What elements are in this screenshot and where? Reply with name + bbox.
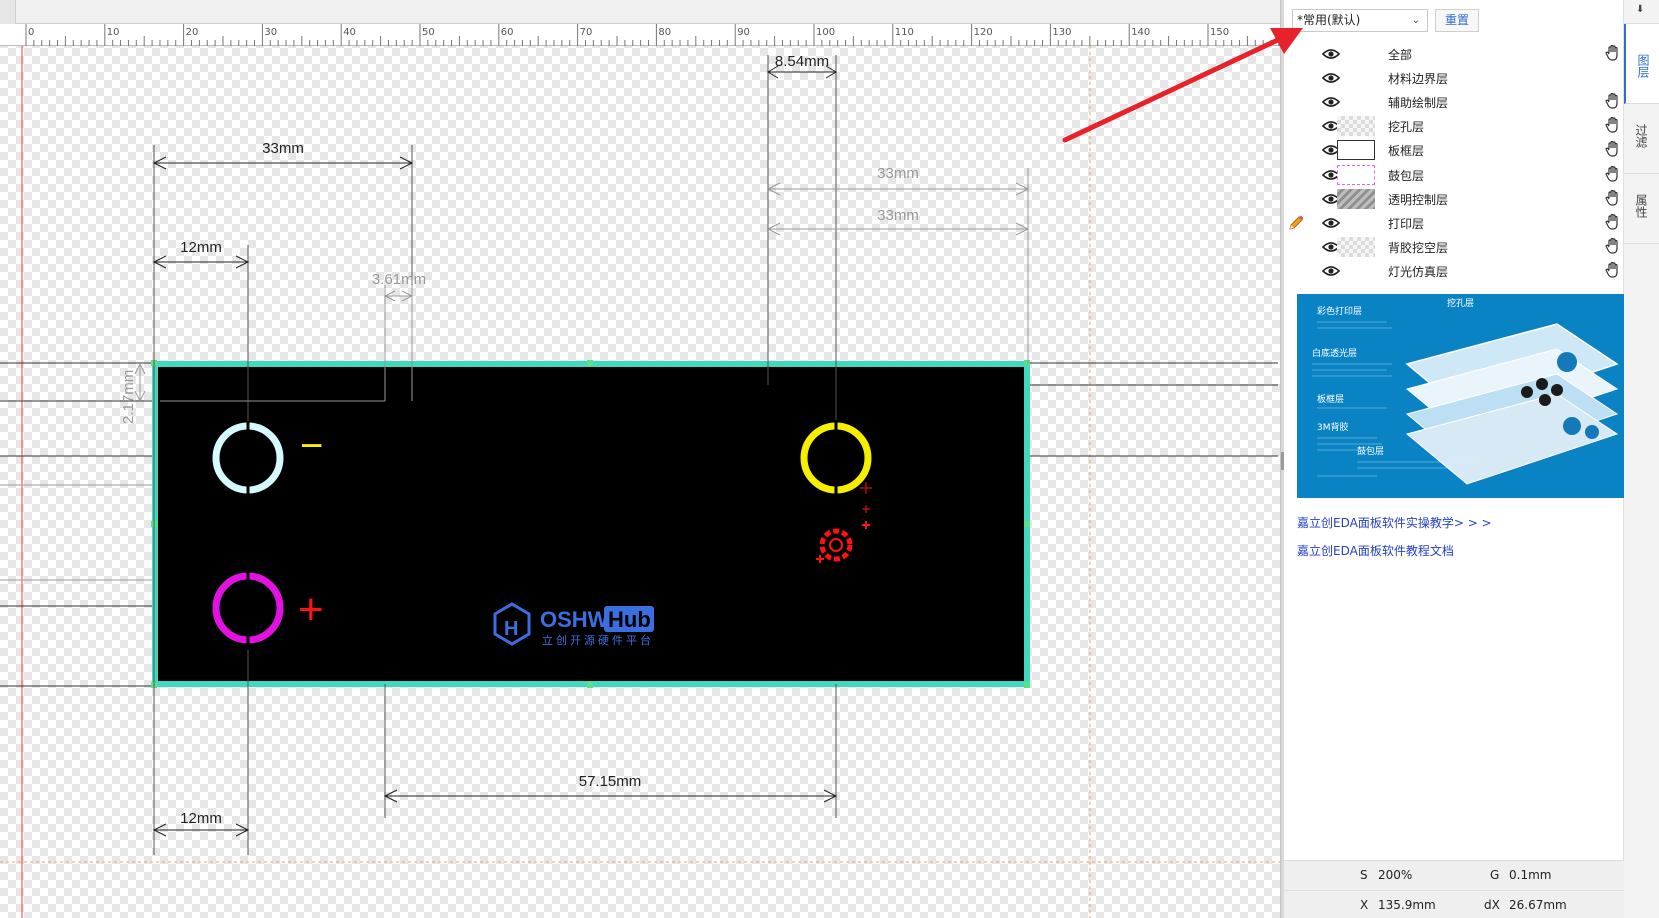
- pencil-icon: [1287, 214, 1305, 232]
- minus-symbol[interactable]: −: [300, 424, 323, 468]
- status-scale-value: 200%: [1378, 868, 1413, 882]
- layer-row[interactable]: 挖孔层: [1284, 114, 1624, 138]
- dimension-top-left-width[interactable]: [152, 156, 414, 170]
- layer-name: 辅助绘制层: [1388, 96, 1449, 111]
- layer-row[interactable]: 透明控制层: [1284, 187, 1624, 211]
- status-row: S 200% G 0.1mm: [1284, 861, 1624, 890]
- layer-row[interactable]: 辅助绘制层: [1284, 90, 1624, 114]
- layer-name: 灯光仿真层: [1388, 264, 1449, 279]
- tab-filter[interactable]: 过滤: [1624, 104, 1659, 174]
- tab-label: 属性: [1634, 194, 1648, 218]
- layer-name: 挖孔层: [1388, 120, 1425, 135]
- hand-icon[interactable]: [1604, 140, 1622, 158]
- eye-icon[interactable]: [1321, 72, 1341, 84]
- layer-name: 板框层: [1388, 144, 1425, 159]
- layer-row[interactable]: 板框层: [1284, 138, 1624, 162]
- diagram-label: 挖孔层: [1447, 297, 1474, 309]
- dimension-label: 12mm: [180, 239, 222, 256]
- layer-name: 材料边界层: [1388, 72, 1449, 87]
- hand-icon[interactable]: [1604, 189, 1622, 207]
- layer-swatch: [1337, 116, 1375, 137]
- status-x-value: 135.9mm: [1378, 898, 1436, 912]
- status-dx-value: 26.67mm: [1509, 898, 1567, 912]
- dimension-label: 3.61mm: [372, 271, 426, 288]
- hand-icon[interactable]: [1604, 44, 1622, 62]
- svg-text:H: H: [504, 618, 518, 640]
- chevron-down-icon: ⌄: [1411, 15, 1420, 26]
- eye-icon[interactable]: [1321, 96, 1341, 108]
- tutorial-video-link[interactable]: 嘉立创EDA面板软件实操教学> > >: [1297, 514, 1492, 531]
- dimension-bottom-span[interactable]: [383, 789, 838, 803]
- layer-row[interactable]: 鼓包层: [1284, 163, 1624, 187]
- hand-icon[interactable]: [1604, 116, 1622, 134]
- status-row: X 135.9mm dX 26.67mm: [1284, 890, 1624, 918]
- diagram-label: 彩色打印层: [1317, 305, 1362, 317]
- hand-icon[interactable]: [1604, 92, 1622, 110]
- preset-select-value: *常用(默认): [1297, 13, 1361, 27]
- reset-button[interactable]: 重置: [1435, 9, 1479, 32]
- diagram-label: 板框层: [1317, 393, 1344, 405]
- hand-icon[interactable]: [1604, 213, 1622, 231]
- layer-structure-diagram[interactable]: 彩色打印层 挖孔层 白底透光层 板框层 3M背胶 鼓包层: [1297, 294, 1625, 498]
- layer-toolbar: *常用(默认) ⌄ 重置: [1284, 0, 1624, 40]
- tutorial-docs-link[interactable]: 嘉立创EDA面板软件教程文档: [1297, 542, 1454, 559]
- layer-name: 打印层: [1388, 216, 1425, 231]
- layer-swatch: [1337, 140, 1375, 161]
- dimension-right-width-2[interactable]: [766, 222, 1030, 236]
- diagram-label: 白底透光层: [1312, 347, 1357, 359]
- logo-name-prefix: OSHW: [540, 607, 609, 632]
- status-bar: S 200% G 0.1mm X 135.9mm dX 26.67mm: [1284, 860, 1624, 918]
- tab-label: 图层: [1636, 54, 1650, 78]
- eye-icon[interactable]: [1321, 48, 1341, 60]
- right-panel: *常用(默认) ⌄ 重置 全部 材料边界层 辅助绘制层 挖孔层 板框层 鼓包层 透明控制层打…: [1284, 0, 1659, 918]
- logo-tagline: 立创开源硬件平台: [542, 633, 654, 647]
- design-canvas[interactable]: 0 10 20 30 40 50 60 70 80 90 100 110 120 130 140 150: [0, 0, 1280, 918]
- layer-name: 背胶挖空层: [1388, 240, 1449, 255]
- dimension-right-width-1[interactable]: [766, 168, 1030, 364]
- layer-swatch: [1337, 188, 1375, 209]
- tab-layers[interactable]: 图层: [1624, 24, 1659, 104]
- canvas-drawing: − + H OSHW Hub 立创开源硬件平台 33mm 12mm 3.61mm…: [0, 46, 1280, 918]
- layer-swatch: [1337, 236, 1375, 257]
- layer-preset-select[interactable]: *常用(默认) ⌄: [1292, 9, 1428, 32]
- hand-icon[interactable]: [1604, 237, 1622, 255]
- status-scale-label: S: [1360, 868, 1368, 882]
- layer-row[interactable]: 背胶挖空层: [1284, 235, 1624, 259]
- status-grid-label: G: [1490, 868, 1500, 882]
- hand-icon[interactable]: [1604, 261, 1622, 279]
- dimension-label: 12mm: [180, 810, 222, 827]
- diagram-label: 3M背胶: [1317, 421, 1349, 433]
- eye-icon[interactable]: [1321, 217, 1341, 229]
- dimension-label: 33mm: [262, 140, 304, 157]
- layer-name: 透明控制层: [1388, 192, 1449, 207]
- plus-symbol[interactable]: +: [298, 585, 324, 634]
- status-grid-value: 0.1mm: [1509, 868, 1552, 882]
- layer-row[interactable]: 全部: [1284, 42, 1624, 66]
- hand-icon[interactable]: [1604, 165, 1622, 183]
- layer-row[interactable]: 材料边界层: [1284, 66, 1624, 90]
- dimension-hole-offset-top[interactable]: [152, 255, 250, 269]
- logo-name-suffix: Hub: [608, 607, 651, 632]
- layer-panel: *常用(默认) ⌄ 重置 全部 材料边界层 辅助绘制层 挖孔层 板框层 鼓包层 透明控制层打…: [1284, 0, 1625, 918]
- dimension-label: 57.15mm: [579, 773, 642, 790]
- eye-icon[interactable]: [1321, 265, 1341, 277]
- status-dx-label: dX: [1484, 898, 1500, 912]
- tab-label: 过滤: [1634, 124, 1648, 148]
- dimension-label: 8.54mm: [775, 53, 829, 70]
- tab-properties[interactable]: 属性: [1624, 174, 1659, 244]
- layer-name: 鼓包层: [1388, 168, 1425, 183]
- side-tabs: ⬇ 图层 过滤 属性: [1624, 0, 1659, 918]
- status-x-label: X: [1360, 898, 1369, 912]
- layer-name: 全部: [1388, 48, 1413, 62]
- dimension-label: 2.17mm: [120, 370, 137, 424]
- layer-swatch: [1337, 164, 1375, 185]
- panel-collapse-button[interactable]: ⬇: [1624, 0, 1659, 24]
- dimension-label: 33mm: [877, 207, 919, 224]
- pin-icon: ⬇: [1636, 4, 1645, 15]
- layer-row[interactable]: 打印层: [1284, 211, 1624, 235]
- layer-row[interactable]: 灯光仿真层: [1284, 259, 1624, 283]
- dimension-label: 33mm: [877, 165, 919, 182]
- diagram-label: 鼓包层: [1357, 445, 1384, 457]
